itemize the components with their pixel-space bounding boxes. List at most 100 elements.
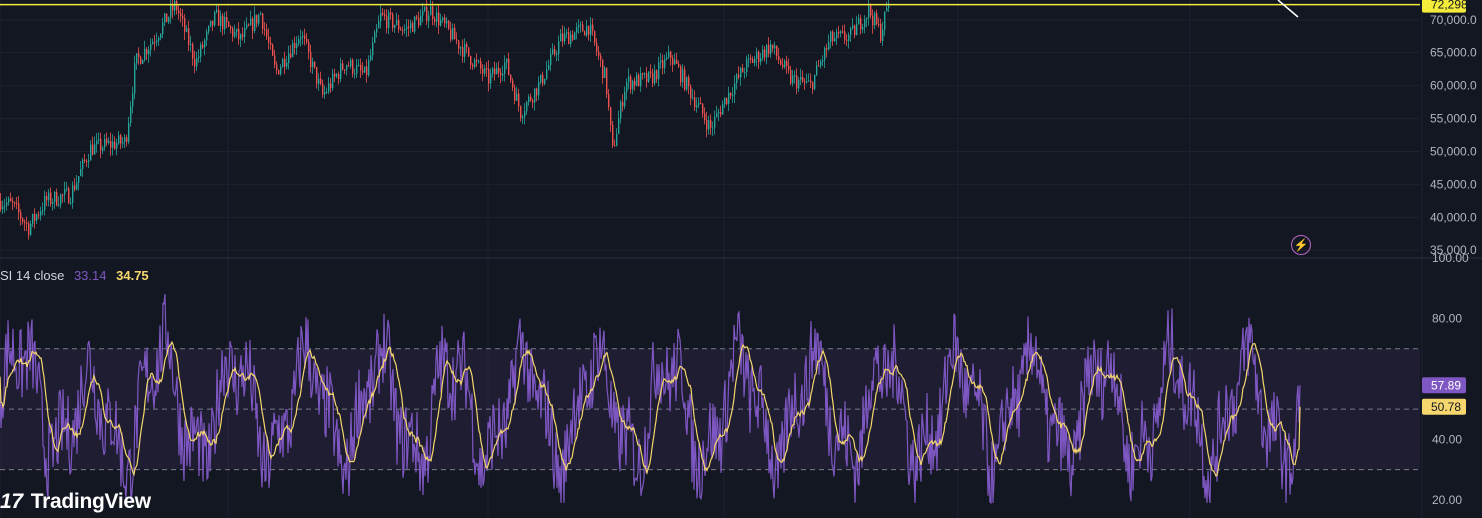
candle	[826, 43, 828, 58]
candle	[792, 70, 794, 87]
candle	[278, 69, 280, 75]
candle-body	[376, 28, 378, 33]
tradingview-logo[interactable]: 17 TradingView	[0, 490, 151, 514]
candle-body	[196, 57, 198, 67]
candle	[348, 61, 350, 68]
candle	[358, 58, 360, 67]
candle-body	[342, 63, 344, 70]
candle-body	[620, 101, 622, 119]
candle-body	[344, 69, 346, 71]
candle-body	[510, 74, 512, 81]
candle	[610, 106, 612, 132]
candle	[796, 68, 798, 95]
candle	[342, 59, 344, 71]
candle	[260, 11, 262, 16]
candle-body	[112, 141, 114, 148]
candle	[166, 13, 168, 23]
candle	[420, 9, 422, 26]
candle	[40, 206, 42, 221]
brand-name: TradingView	[30, 490, 151, 513]
candle-body	[532, 100, 534, 103]
candle-body	[818, 65, 820, 67]
candle	[352, 58, 354, 78]
candle-body	[12, 201, 14, 203]
candle	[622, 94, 624, 112]
candle-body	[444, 17, 446, 24]
candle-body	[500, 72, 502, 76]
candle-body	[662, 60, 664, 69]
candle-body	[8, 198, 10, 203]
candle-body	[48, 192, 50, 201]
candle	[666, 52, 668, 61]
candle	[92, 136, 94, 156]
candle-body	[368, 60, 370, 76]
candle-body	[702, 103, 704, 114]
candle-body	[364, 66, 366, 73]
candle-body	[756, 52, 758, 59]
candle	[354, 68, 356, 79]
candle	[400, 26, 402, 31]
candle-body	[624, 91, 626, 107]
candle-body	[50, 192, 52, 204]
candle-body	[594, 31, 596, 43]
candle	[306, 32, 308, 45]
candle	[520, 105, 522, 122]
candle-body	[310, 52, 312, 68]
candle-body	[664, 59, 666, 69]
candle-body	[484, 68, 486, 74]
lightning-icon[interactable]: ⚡	[1291, 235, 1311, 255]
candle	[548, 59, 550, 71]
candle-body	[530, 96, 532, 101]
candle-body	[470, 56, 472, 65]
candle	[722, 100, 724, 115]
candle	[758, 50, 760, 69]
candle-body	[878, 23, 880, 25]
candle-body	[98, 138, 100, 141]
candle	[606, 67, 608, 99]
value-markers: 72,298.7 57.89 50.78	[1422, 0, 1478, 415]
candle	[384, 9, 386, 21]
candle	[202, 41, 204, 50]
candle	[328, 76, 330, 95]
chart-canvas[interactable]: 70,000.0 65,000.0 60,000.0 55,000.0 50,000.0…	[0, 0, 1482, 518]
candle-body	[498, 67, 500, 73]
candle-body	[716, 113, 718, 117]
candle-body	[616, 133, 618, 146]
candle-body	[184, 18, 186, 32]
candle	[292, 39, 294, 58]
candle-body	[366, 66, 368, 76]
candle	[880, 18, 882, 43]
candle-body	[508, 58, 510, 75]
candle	[872, 9, 874, 34]
candle	[690, 84, 692, 106]
candle-body	[24, 221, 26, 223]
candle	[320, 71, 322, 86]
candle-body	[208, 26, 210, 32]
rsi-tick-label: 40.00	[1432, 432, 1462, 446]
candle	[144, 40, 146, 62]
candle-body	[582, 24, 584, 32]
candle	[630, 74, 632, 94]
candle	[694, 90, 696, 111]
candle	[720, 105, 722, 118]
candle	[836, 28, 838, 46]
rsi-legend[interactable]: SI 14 close 33.14 34.75	[0, 268, 149, 283]
candle-body	[810, 80, 812, 83]
candle-body	[276, 64, 278, 71]
candle	[234, 24, 236, 39]
candle	[734, 75, 736, 104]
candle	[584, 30, 586, 36]
candle-body	[746, 58, 748, 73]
candle-body	[454, 27, 456, 40]
candle	[732, 87, 734, 103]
candle	[466, 41, 468, 54]
candle-body	[490, 73, 492, 84]
candle	[300, 29, 302, 47]
candle-body	[802, 77, 804, 82]
price-axis[interactable]: 70,000.0 65,000.0 60,000.0 55,000.0 50,000.0…	[1430, 13, 1477, 507]
candle-body	[838, 31, 840, 34]
candle-body	[96, 140, 98, 145]
candle	[578, 19, 580, 34]
candle-body	[398, 20, 400, 30]
candle	[372, 36, 374, 61]
